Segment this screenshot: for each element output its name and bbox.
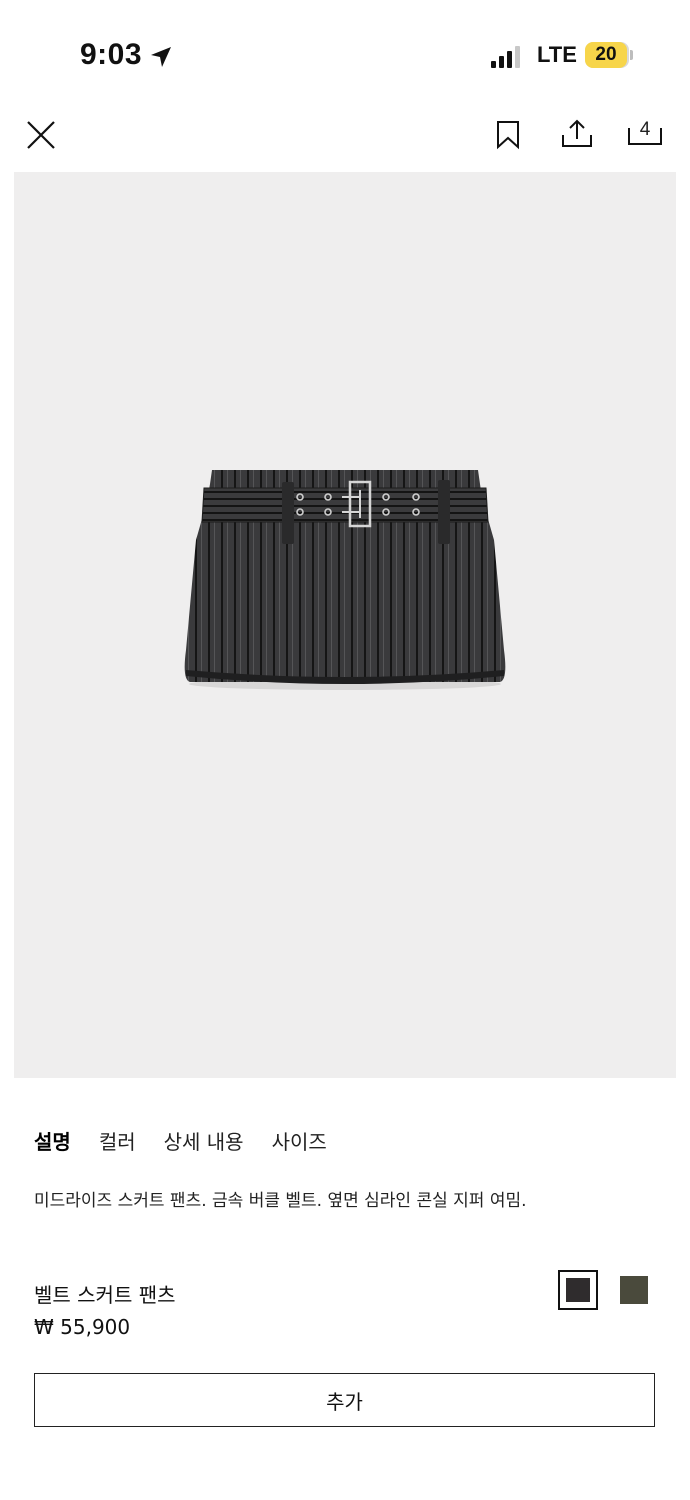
cart-count: 4 [639, 119, 651, 140]
network-type: LTE [537, 42, 577, 67]
status-bar: 9:03 LTE 20 [0, 0, 690, 100]
skirt-photo [184, 470, 506, 690]
product-topbar: 4 [0, 100, 690, 170]
share-icon[interactable] [560, 118, 594, 150]
bookmark-icon[interactable] [494, 120, 522, 150]
product-image[interactable] [14, 172, 676, 1078]
tab-size[interactable]: 사이즈 [272, 1126, 327, 1156]
color-swatch-selected[interactable] [558, 1270, 598, 1310]
tab-description[interactable]: 설명 [34, 1126, 71, 1156]
tab-color[interactable]: 컬러 [99, 1126, 136, 1156]
battery-nub [630, 50, 633, 60]
product-price: ₩ 55,900 [34, 1315, 131, 1339]
status-time: 9:03 [80, 38, 143, 71]
close-icon[interactable] [24, 118, 58, 152]
battery-level: 20 [585, 42, 627, 68]
add-button[interactable]: 추가 [34, 1373, 655, 1427]
location-arrow-icon [151, 47, 171, 67]
color-swatch-fill [566, 1278, 590, 1302]
color-swatch-olive[interactable] [620, 1276, 648, 1304]
info-tabs: 설명 컬러 상세 내용 사이즈 [34, 1126, 327, 1156]
cart-button[interactable]: 4 [627, 118, 663, 146]
product-description: 미드라이즈 스커트 팬츠. 금속 버클 벨트. 옆면 심라인 콘실 지퍼 여밈. [34, 1191, 527, 1211]
tab-details[interactable]: 상세 내용 [164, 1126, 244, 1156]
product-name: 벨트 스커트 팬츠 [34, 1283, 176, 1307]
signal-bars-icon [491, 46, 520, 68]
